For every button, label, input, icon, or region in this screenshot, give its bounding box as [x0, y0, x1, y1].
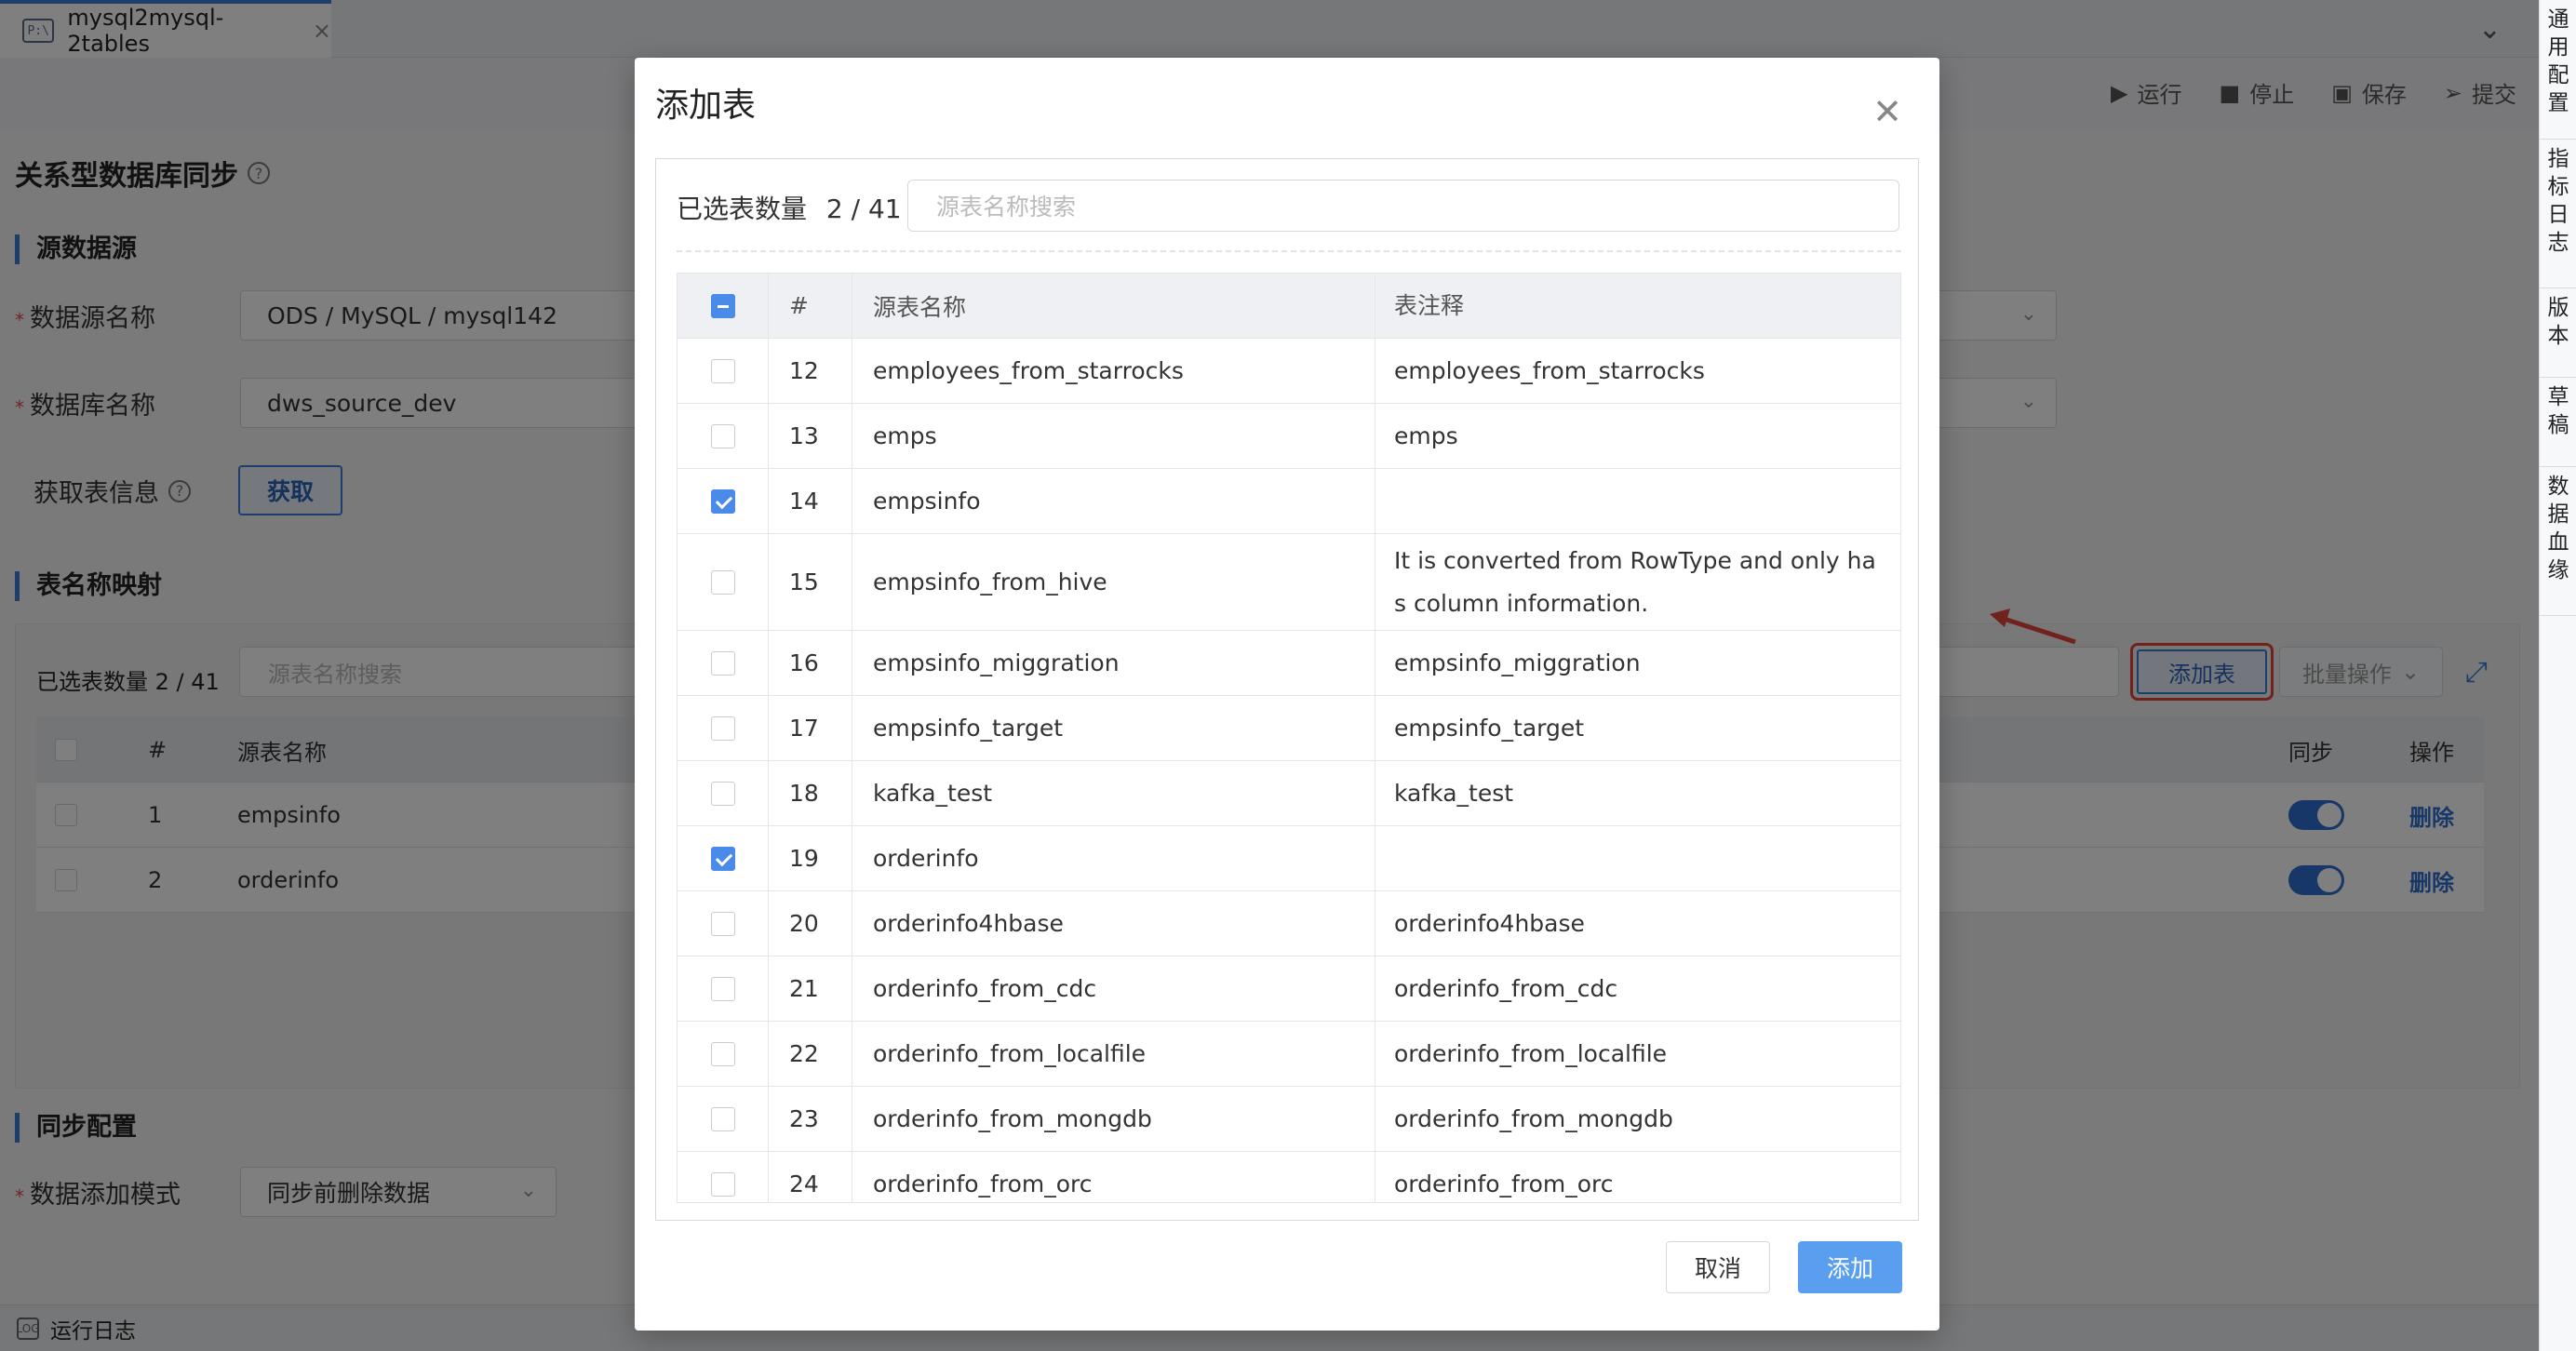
- dialog-table: # 源表名称 表注释 12 employees_from_starrocks emp…: [677, 273, 1901, 1203]
- row-checkbox[interactable]: [710, 569, 735, 595]
- side-tab-metric-log[interactable]: 指标日志: [2540, 140, 2576, 288]
- row-comment: It is converted from RowType and only ha…: [1394, 546, 1876, 617]
- row-checkbox[interactable]: [710, 911, 735, 936]
- row-checkbox[interactable]: [710, 1041, 735, 1066]
- row-comment: [1375, 469, 1900, 533]
- right-side-panel: 通用配置 指标日志 版本 草稿 数据血缘: [2539, 0, 2576, 1351]
- row-checkbox[interactable]: [710, 781, 735, 806]
- row-num: 20: [769, 891, 852, 956]
- row-comment: empsinfo_miggration: [1394, 649, 1641, 676]
- add-button[interactable]: 添加: [1798, 1241, 1902, 1293]
- row-num: 24: [769, 1152, 852, 1202]
- row-source-name: empsinfo: [852, 469, 1375, 533]
- divider: [677, 250, 1901, 252]
- side-tab-version[interactable]: 版本: [2540, 288, 2576, 378]
- table-row[interactable]: 17 empsinfo_target empsinfo_target: [678, 696, 1900, 761]
- row-checkbox[interactable]: [710, 650, 735, 676]
- row-comment: orderinfo_from_orc: [1394, 1170, 1614, 1197]
- row-source-name: emps: [852, 404, 1375, 468]
- header-comment: 表注释: [1394, 291, 1465, 319]
- row-checkbox[interactable]: [710, 488, 735, 514]
- table-row[interactable]: 13 emps emps: [678, 404, 1900, 469]
- row-num: 16: [769, 631, 852, 695]
- row-checkbox[interactable]: [710, 358, 735, 383]
- table-row[interactable]: 20 orderinfo4hbase orderinfo4hbase: [678, 891, 1900, 956]
- row-source-name: empsinfo_target: [852, 696, 1375, 760]
- dialog-selected-count: 已选表数量 2 / 41: [677, 194, 902, 224]
- row-comment: orderinfo4hbase: [1394, 909, 1585, 937]
- table-row[interactable]: 19 orderinfo: [678, 826, 1900, 891]
- row-comment: empsinfo_target: [1394, 714, 1585, 742]
- row-num: 21: [769, 956, 852, 1021]
- row-num: 17: [769, 696, 852, 760]
- row-comment: orderinfo_from_cdc: [1394, 974, 1618, 1002]
- side-tab-data-lineage[interactable]: 数据血缘: [2540, 467, 2576, 616]
- row-source-name: employees_from_starrocks: [852, 339, 1375, 403]
- row-source-name: empsinfo_from_hive: [852, 534, 1375, 630]
- dialog-table-header: # 源表名称 表注释: [678, 274, 1900, 339]
- side-tab-general-config[interactable]: 通用配置: [2540, 0, 2576, 140]
- row-num: 18: [769, 761, 852, 825]
- cancel-button[interactable]: 取消: [1666, 1241, 1770, 1293]
- row-comment: employees_from_starrocks: [1394, 356, 1705, 384]
- close-icon[interactable]: ✕: [1872, 91, 1902, 132]
- side-tab-draft[interactable]: 草稿: [2540, 378, 2576, 467]
- header-source-name: 源表名称: [852, 274, 1375, 338]
- row-source-name: orderinfo_from_cdc: [852, 956, 1375, 1021]
- table-row[interactable]: 14 empsinfo: [678, 469, 1900, 534]
- row-checkbox[interactable]: [710, 976, 735, 1001]
- row-num: 12: [769, 339, 852, 403]
- select-all-checkbox[interactable]: [710, 293, 735, 318]
- row-source-name: orderinfo_from_localfile: [852, 1022, 1375, 1086]
- row-source-name: orderinfo: [852, 826, 1375, 890]
- row-num: 22: [769, 1022, 852, 1086]
- table-row[interactable]: 12 employees_from_starrocks employees_from…: [678, 339, 1900, 404]
- row-comment: emps: [1394, 421, 1458, 449]
- row-num: 13: [769, 404, 852, 468]
- dialog-body: 已选表数量 2 / 41 源表名称搜索 # 源表名称 表注释 12 employe…: [655, 158, 1919, 1221]
- row-comment: orderinfo_from_localfile: [1394, 1039, 1668, 1067]
- table-row[interactable]: 22 orderinfo_from_localfile orderinfo_from…: [678, 1022, 1900, 1087]
- add-table-dialog: 添加表 ✕ 已选表数量 2 / 41 源表名称搜索 # 源表名称 表注释 12 e…: [635, 58, 1939, 1331]
- row-source-name: kafka_test: [852, 761, 1375, 825]
- row-comment: kafka_test: [1394, 779, 1514, 807]
- table-row[interactable]: 24 orderinfo_from_orc orderinfo_from_orc: [678, 1152, 1900, 1202]
- dialog-title: 添加表: [655, 87, 757, 125]
- row-source-name: orderinfo4hbase: [852, 891, 1375, 956]
- row-comment: orderinfo_from_mongdb: [1394, 1104, 1673, 1132]
- row-checkbox[interactable]: [710, 846, 735, 871]
- row-source-name: empsinfo_miggration: [852, 631, 1375, 695]
- row-num: 14: [769, 469, 852, 533]
- row-checkbox[interactable]: [710, 423, 735, 448]
- table-row[interactable]: 21 orderinfo_from_cdc orderinfo_from_cdc: [678, 956, 1900, 1022]
- table-row[interactable]: 23 orderinfo_from_mongdb orderinfo_from_mo…: [678, 1087, 1900, 1152]
- table-row[interactable]: 16 empsinfo_miggration empsinfo_miggration: [678, 631, 1900, 696]
- row-checkbox[interactable]: [710, 1171, 735, 1197]
- row-source-name: orderinfo_from_orc: [852, 1152, 1375, 1202]
- row-checkbox[interactable]: [710, 1106, 735, 1131]
- table-row[interactable]: 15 empsinfo_from_hive It is converted from…: [678, 534, 1900, 631]
- row-num: 19: [769, 826, 852, 890]
- table-row[interactable]: 18 kafka_test kafka_test: [678, 761, 1900, 826]
- row-num: 23: [769, 1087, 852, 1151]
- row-source-name: orderinfo_from_mongdb: [852, 1087, 1375, 1151]
- row-comment: [1375, 826, 1900, 890]
- dialog-search-input[interactable]: 源表名称搜索: [907, 180, 1899, 232]
- header-num: #: [769, 274, 852, 338]
- row-checkbox[interactable]: [710, 716, 735, 741]
- row-num: 15: [769, 534, 852, 630]
